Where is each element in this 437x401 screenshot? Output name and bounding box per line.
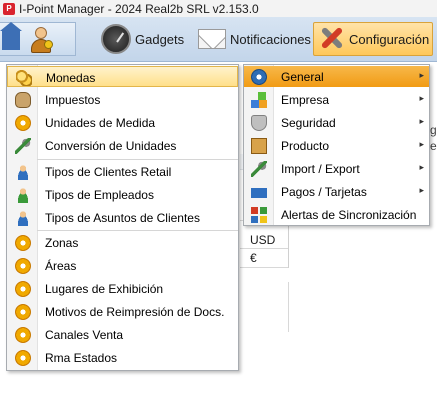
menu-item-producto[interactable]: Producto ▸ — [244, 135, 429, 156]
user-key-icon[interactable] — [28, 26, 54, 54]
menu-item-label: General — [281, 70, 324, 84]
money-bag-icon — [15, 92, 31, 108]
menu-item-label: Rma Estados — [45, 351, 118, 365]
submenu-arrow-icon: ▸ — [419, 162, 424, 172]
menu-item-unidades-de-medida[interactable]: Unidades de Medida — [7, 112, 238, 133]
menu-item-label: Alertas de Sincronización — [281, 208, 417, 222]
menu-item-label: Producto — [281, 139, 330, 153]
submenu-arrow-icon: ▸ — [419, 139, 424, 149]
menu-item-label: Áreas — [45, 259, 77, 273]
menu-item-alertas-de-sincronizacion[interactable]: Alertas de Sincronización — [244, 204, 429, 225]
menu-item-label: Seguridad — [281, 116, 336, 130]
submenu-arrow-icon: ▸ — [419, 116, 424, 126]
shield-icon — [251, 115, 267, 131]
menu-item-label: Zonas — [45, 236, 79, 250]
title-bar: P I-Point Manager - 2024 Real2b SRL v2.1… — [0, 0, 437, 17]
menu-item-motivos-de-reimpresion[interactable]: Motivos de Reimpresión de Docs. — [7, 301, 238, 322]
menu-item-pagos-tarjetas[interactable]: Pagos / Tarjetas ▸ — [244, 181, 429, 202]
gear-icon — [15, 115, 31, 131]
menu-item-tipos-de-asuntos-de-clientes[interactable]: Tipos de Asuntos de Clientes — [7, 207, 238, 228]
box-icon — [251, 138, 267, 154]
menu-item-tipos-de-clientes-retail[interactable]: Tipos de Clientes Retail — [7, 161, 238, 182]
gear-icon — [15, 281, 31, 297]
cubes-icon — [251, 92, 267, 108]
quick-access-bar — [0, 22, 76, 56]
gear-icon — [15, 258, 31, 274]
grid-line — [240, 248, 288, 249]
person-icon — [15, 164, 31, 180]
background-text-fragment: g — [430, 123, 437, 137]
person-icon — [15, 210, 31, 226]
menu-item-tipos-de-empleados[interactable]: Tipos de Empleados — [7, 184, 238, 205]
ribbon: Gadgets Notificaciones Configuración — [0, 17, 437, 62]
envelope-icon — [198, 29, 226, 49]
coins-icon — [16, 70, 32, 86]
menu-item-label: Monedas — [46, 71, 96, 85]
menu-item-label: Tipos de Asuntos de Clientes — [45, 211, 200, 225]
ruler-icon — [15, 138, 31, 154]
person-icon — [15, 187, 31, 203]
notificaciones-button[interactable]: Notificaciones — [198, 22, 311, 56]
gear-icon — [15, 304, 31, 320]
grid-cell-currency-code: USD — [250, 233, 276, 247]
home-icon[interactable] — [0, 22, 22, 50]
submenu-arrow-icon: ▸ — [419, 185, 424, 195]
background-text-fragment: e — [430, 139, 437, 153]
menu-item-empresa[interactable]: Empresa ▸ — [244, 89, 429, 110]
sync-icon — [251, 207, 267, 223]
gadgets-button[interactable]: Gadgets — [101, 22, 184, 56]
menu-item-label: Import / Export — [281, 162, 360, 176]
submenu-arrow-icon: ▸ — [419, 70, 424, 80]
menu-item-zonas[interactable]: Zonas — [7, 232, 238, 253]
grid-cell-currency-symbol: € — [250, 251, 257, 265]
grid-divider — [288, 282, 289, 332]
menu-item-general[interactable]: General ▸ — [244, 66, 429, 87]
menu-item-lugares-de-exhibicion[interactable]: Lugares de Exhibición — [7, 278, 238, 299]
ruler-icon — [251, 161, 267, 177]
gear-icon — [15, 235, 31, 251]
menu-item-label: Tipos de Empleados — [45, 188, 154, 202]
blue-gear-icon — [251, 69, 267, 85]
grid-line — [240, 267, 288, 268]
card-icon — [251, 184, 267, 200]
notificaciones-label: Notificaciones — [230, 31, 311, 47]
gauge-icon — [101, 24, 131, 54]
menu-item-label: Pagos / Tarjetas — [281, 185, 367, 199]
tools-icon — [317, 25, 345, 53]
menu-item-seguridad[interactable]: Seguridad ▸ — [244, 112, 429, 133]
menu-separator — [37, 159, 238, 160]
menu-item-label: Canales Venta — [45, 328, 124, 342]
menu-separator — [37, 230, 238, 231]
gadgets-label: Gadgets — [135, 31, 185, 47]
menu-item-label: Conversión de Unidades — [45, 139, 177, 153]
menu-item-label: Tipos de Clientes Retail — [45, 165, 172, 179]
configuracion-submenu: General ▸ Empresa ▸ Seguridad ▸ Producto… — [243, 64, 430, 226]
menu-item-label: Empresa — [281, 93, 330, 107]
menu-item-label: Impuestos — [45, 93, 101, 107]
menu-item-areas[interactable]: Áreas — [7, 255, 238, 276]
menu-item-impuestos[interactable]: Impuestos — [7, 89, 238, 110]
menu-item-label: Lugares de Exhibición — [45, 282, 164, 296]
configuracion-label: Configuración — [349, 31, 430, 47]
menu-item-conversion-de-unidades[interactable]: Conversión de Unidades — [7, 135, 238, 156]
gear-icon — [15, 327, 31, 343]
gear-icon — [15, 350, 31, 366]
menu-item-label: Unidades de Medida — [45, 116, 156, 130]
menu-item-import-export[interactable]: Import / Export ▸ — [244, 158, 429, 179]
menu-item-monedas[interactable]: Monedas — [7, 66, 238, 87]
app-logo-icon: P — [3, 2, 15, 15]
submenu-arrow-icon: ▸ — [419, 93, 424, 103]
menu-item-rma-estados[interactable]: Rma Estados — [7, 347, 238, 368]
menu-item-label: Motivos de Reimpresión de Docs. — [45, 305, 225, 319]
menu-item-canales-venta[interactable]: Canales Venta — [7, 324, 238, 345]
configuracion-dropdown-menu: Monedas Impuestos Unidades de Medida Con… — [6, 64, 239, 371]
window-title: I-Point Manager - 2024 Real2b SRL v2.153… — [19, 1, 259, 16]
configuracion-button[interactable]: Configuración — [313, 22, 433, 56]
